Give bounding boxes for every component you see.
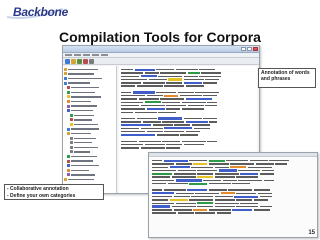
window-titlebar (63, 46, 259, 53)
slide-title: Compilation Tools for Corpora (59, 29, 261, 45)
settings-icon[interactable] (89, 58, 94, 64)
new-icon[interactable] (65, 58, 70, 64)
save-icon[interactable] (77, 58, 82, 64)
bullet-item: - Define your own categories (7, 192, 76, 199)
annotated-document-text[interactable] (149, 157, 317, 220)
maximize-icon[interactable] (247, 47, 252, 51)
logo-text: Backbone (13, 5, 68, 19)
annotation-category-tree[interactable] (63, 66, 117, 193)
feature-bullet-list: - Collaborative annotation - Define your… (4, 184, 104, 200)
toolbar (63, 58, 259, 65)
minimize-icon[interactable] (241, 47, 246, 51)
close-icon[interactable] (253, 47, 258, 51)
delete-icon[interactable] (83, 58, 88, 64)
callout-text: Annotation of words and phrases (261, 70, 310, 82)
annotated-document-window (148, 152, 318, 238)
page-number: 15 (307, 230, 316, 236)
annotation-callout: Annotation of words and phrases (258, 68, 316, 88)
open-folder-icon[interactable] (71, 58, 76, 64)
